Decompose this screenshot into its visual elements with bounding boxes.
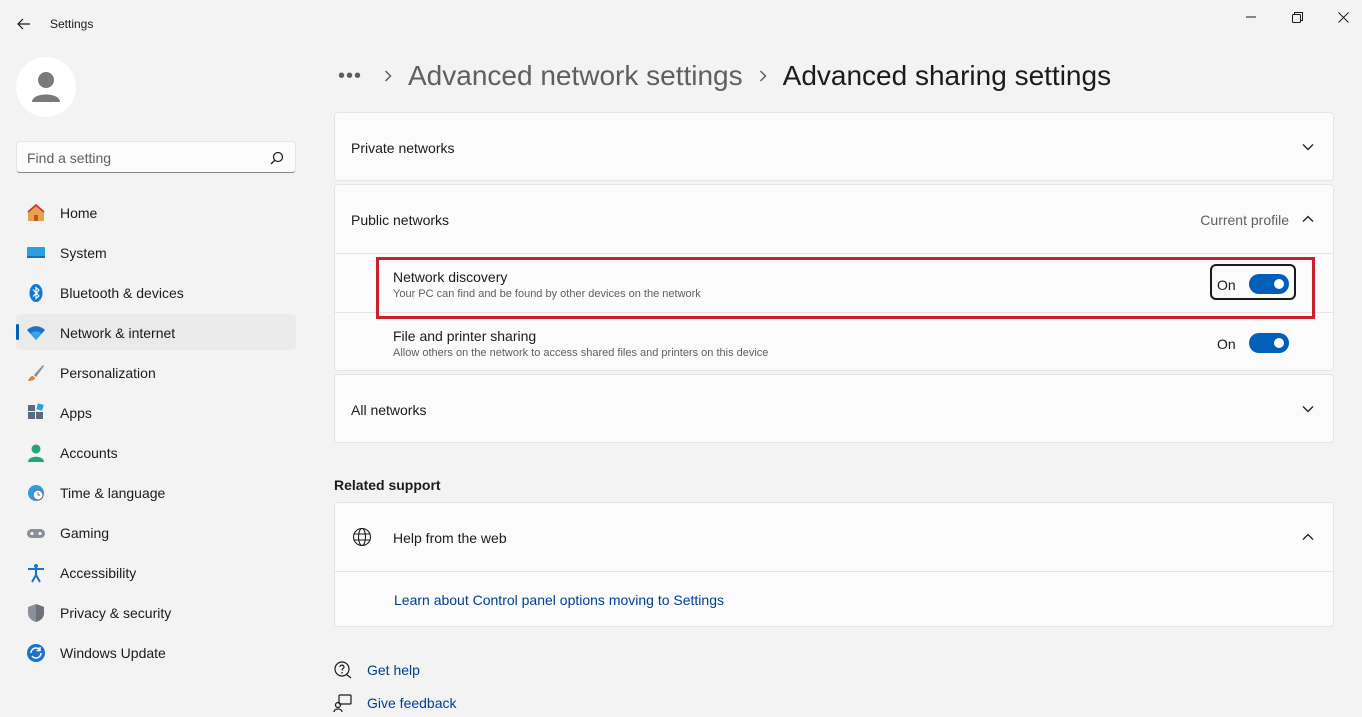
search-input[interactable] <box>27 149 267 167</box>
all-networks-card[interactable]: All networks <box>334 374 1334 443</box>
file-printer-sharing-toggle[interactable] <box>1249 333 1289 353</box>
update-icon <box>27 644 45 662</box>
minimize-button[interactable] <box>1228 4 1274 30</box>
sidebar-item-apps[interactable]: Apps <box>16 394 296 430</box>
sidebar-item-label: Network & internet <box>60 325 176 341</box>
sidebar-item-accounts[interactable]: Accounts <box>16 434 296 470</box>
get-help-link[interactable]: Get help <box>367 662 420 678</box>
sidebar-item-personalization[interactable]: Personalization <box>16 354 296 390</box>
apps-icon <box>28 403 44 419</box>
breadcrumb-overflow-button[interactable]: ••• <box>338 65 368 88</box>
search-box[interactable] <box>16 141 296 173</box>
chevron-up-icon[interactable] <box>1301 530 1315 544</box>
sidebar-item-label: Gaming <box>60 525 110 541</box>
sidebar-item-label: Bluetooth & devices <box>60 285 184 301</box>
user-avatar[interactable] <box>16 57 76 117</box>
public-networks-title: Public networks <box>351 212 450 228</box>
sidebar-item-accessibility[interactable]: Accessibility <box>16 554 296 590</box>
search-icon[interactable] <box>269 150 285 166</box>
sidebar-item-windows-update[interactable]: Windows Update <box>16 634 296 670</box>
sidebar-item-label: Personalization <box>60 365 156 381</box>
sidebar-item-label: Privacy & security <box>60 605 172 621</box>
bluetooth-icon <box>29 284 43 302</box>
breadcrumb: ••• Advanced network settings Advanced s… <box>338 56 1111 96</box>
sidebar-item-gaming[interactable]: Gaming <box>16 514 296 550</box>
person-icon <box>32 72 60 102</box>
clock-globe-icon <box>28 485 44 501</box>
globe-icon <box>352 527 372 547</box>
current-profile-label: Current profile <box>1200 212 1289 228</box>
help-from-web-title: Help from the web <box>393 530 507 546</box>
sidebar-item-system[interactable]: System <box>16 234 296 270</box>
sidebar-item-label: Home <box>60 205 98 221</box>
sidebar-item-time-language[interactable]: Time & language <box>16 474 296 510</box>
chevron-down-icon[interactable] <box>1301 402 1315 416</box>
page-title: Advanced sharing settings <box>782 60 1112 91</box>
gamepad-icon <box>27 529 45 538</box>
system-icon <box>27 247 45 258</box>
home-icon <box>27 203 45 221</box>
give-feedback-link[interactable]: Give feedback <box>367 695 457 711</box>
sidebar-item-home[interactable]: Home <box>16 194 296 230</box>
toggle-focus-ring <box>1210 264 1296 300</box>
control-panel-link[interactable]: Learn about Control panel options moving… <box>394 592 724 608</box>
sidebar-item-label: Accessibility <box>60 565 137 581</box>
accessibility-icon <box>28 564 44 583</box>
public-networks-header[interactable]: Public networks Current profile <box>335 185 1333 253</box>
sidebar-item-label: Apps <box>60 405 92 421</box>
minimize-icon <box>1246 16 1256 18</box>
sidebar-item-label: Accounts <box>60 445 118 461</box>
breadcrumb-parent-link[interactable]: Advanced network settings <box>408 60 743 92</box>
close-icon <box>1337 11 1349 23</box>
close-button[interactable] <box>1320 4 1362 30</box>
sidebar-item-label: Windows Update <box>60 645 166 661</box>
sidebar-item-label: Time & language <box>60 485 166 501</box>
chevron-right-icon <box>743 70 783 82</box>
sidebar-nav: Home System Bluetooth & devices Network … <box>16 194 296 674</box>
brush-icon <box>28 365 44 381</box>
divider <box>335 571 1333 572</box>
restore-icon <box>1291 11 1303 23</box>
chevron-up-icon[interactable] <box>1301 212 1315 226</box>
shield-icon <box>28 604 44 622</box>
sidebar-item-network[interactable]: Network & internet <box>16 314 296 350</box>
all-networks-title: All networks <box>351 402 427 418</box>
sidebar-item-label: System <box>60 245 107 261</box>
back-button[interactable] <box>10 10 38 38</box>
file-printer-sharing-toggle-label: On <box>1217 336 1236 352</box>
file-printer-sharing-title: File and printer sharing <box>393 328 537 344</box>
file-printer-sharing-row: File and printer sharing Allow others on… <box>335 313 1333 371</box>
restore-button[interactable] <box>1274 4 1320 30</box>
sidebar-item-privacy-security[interactable]: Privacy & security <box>16 594 296 630</box>
title-bar: Settings <box>0 0 1362 48</box>
get-help-icon <box>334 661 352 679</box>
private-networks-title: Private networks <box>351 140 455 156</box>
feedback-icon <box>333 694 352 713</box>
help-from-web-card: Help from the web Learn about Control pa… <box>334 502 1334 627</box>
sidebar-item-bluetooth[interactable]: Bluetooth & devices <box>16 274 296 310</box>
file-printer-sharing-description: Allow others on the network to access sh… <box>393 347 769 359</box>
back-arrow-icon <box>17 18 30 30</box>
related-support-heading: Related support <box>334 477 441 493</box>
app-title: Settings <box>50 17 94 31</box>
chevron-down-icon[interactable] <box>1301 140 1315 154</box>
person-icon <box>28 444 44 462</box>
chevron-right-icon <box>368 70 408 82</box>
highlight-annotation <box>376 257 1315 319</box>
private-networks-card[interactable]: Private networks <box>334 112 1334 181</box>
wifi-icon <box>27 326 45 340</box>
help-from-web-header[interactable]: Help from the web <box>335 503 1333 571</box>
